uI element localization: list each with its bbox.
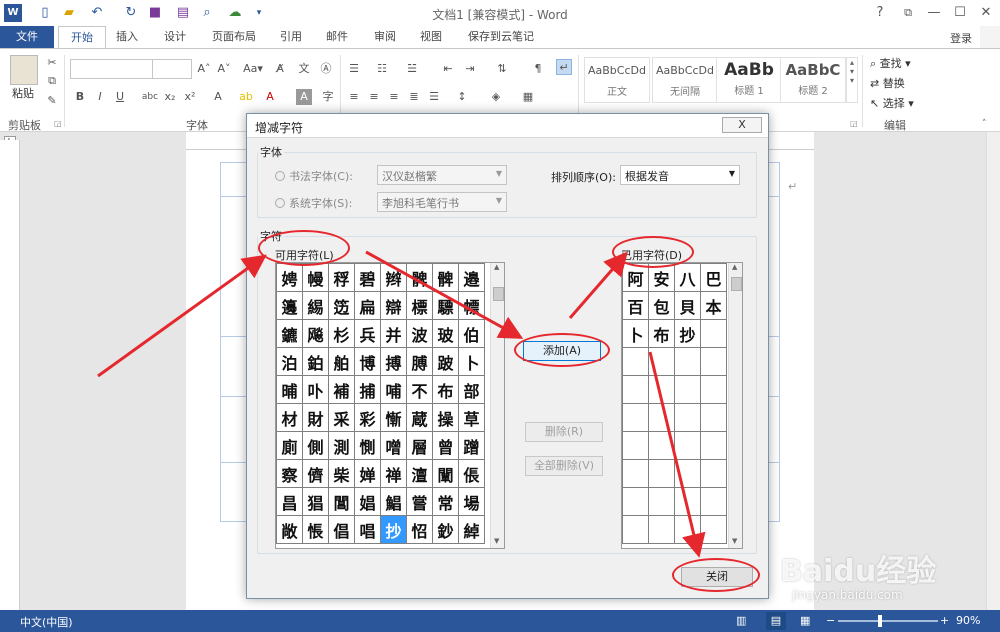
annotation-arrow: [97, 254, 267, 378]
annotation-arrow: [365, 250, 524, 339]
watermark-url: jingyan.baidu.com: [792, 588, 903, 602]
annotation-arrow: [648, 351, 706, 558]
annotation-arrows: [97, 250, 706, 558]
watermark-logo: Baidu经验: [780, 554, 937, 589]
annotation-arrow: [568, 251, 628, 319]
